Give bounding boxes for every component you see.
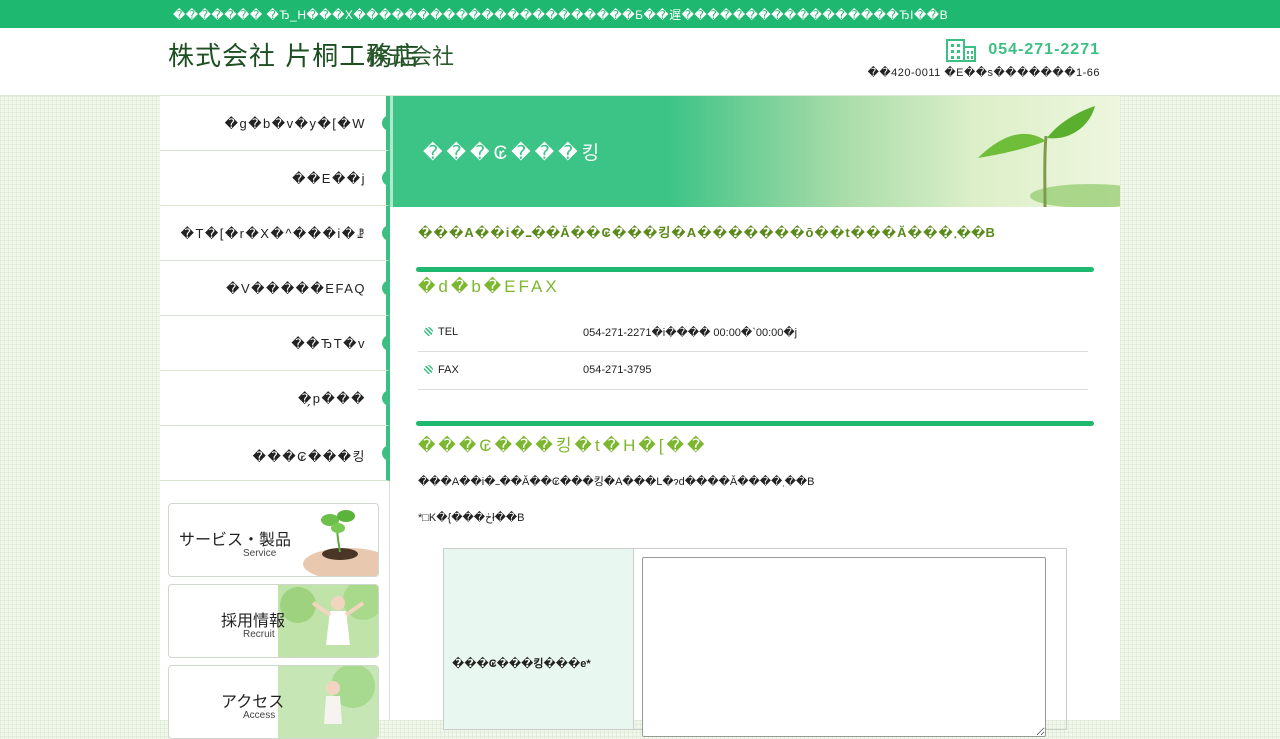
service-banner-title: サービス・製品 — [179, 532, 292, 549]
access-banner-title: アクセス — [221, 694, 285, 711]
top-announcement-text: ������� �Ђ_H���X����������������������Б�… — [173, 8, 949, 22]
woman-nature-image — [278, 585, 378, 657]
section-divider — [416, 267, 1094, 272]
sidebar-nav: �g�b�v�y�[�W ��E��j �T�[�r�X�^���i�ꗗ �V�… — [160, 96, 390, 739]
bullet-icon — [424, 365, 433, 374]
sidebar-item-label: �T�[�r�X�^���i�ꗗ — [180, 226, 366, 241]
access-banner-subtitle: Access — [243, 710, 276, 721]
top-announcement-bar: ������� �Ђ_H���X����������������������Б�… — [0, 0, 1280, 28]
header-phone: 054-271-2271 — [988, 41, 1100, 58]
hands-sprout-image — [303, 510, 378, 576]
contact-info-table: TEL 054-271-2271�i���� 00:00�`00:00�j FA… — [418, 314, 1088, 390]
contact-form-table: ���₢���킹���e* — [443, 548, 1067, 737]
nav-notch — [382, 115, 390, 131]
access-banner[interactable]: アクセス Access — [168, 665, 379, 739]
required-note: *□K�{���ڂł��B — [418, 512, 525, 524]
service-banner[interactable]: サービス・製品 Service — [168, 503, 379, 577]
tel-fax-heading: �d�b�EFAX — [418, 277, 560, 296]
fax-value: 054-271-3795 — [583, 364, 652, 376]
service-banner-subtitle: Service — [243, 548, 277, 559]
page-container: �g�b�v�y�[�W ��E��j �T�[�r�X�^���i�ꗗ �V�… — [160, 96, 1120, 739]
sidebar-item-company[interactable]: ��ЂT�v — [160, 316, 390, 371]
nav-notch — [382, 225, 390, 241]
hero-stripe — [390, 96, 393, 207]
nav-notch — [382, 280, 390, 296]
sidebar-item-label: �̗p��� — [297, 391, 366, 406]
sidebar-item-label: ��ЂT�v — [291, 336, 366, 351]
nav-notch — [382, 170, 390, 186]
child-park-image — [278, 666, 378, 738]
tel-label: TEL — [438, 326, 459, 338]
sprout-leaves-image — [978, 106, 1120, 207]
header-address: ��420-0011 �E��s�������1-66 — [867, 67, 1100, 79]
sidebar-item-contact[interactable]: ���₢���킹 — [160, 426, 390, 481]
recruit-banner-title: 採用情報 — [221, 613, 286, 630]
nav-notch — [382, 390, 390, 406]
fax-row: FAX 054-271-3795 — [418, 352, 1088, 390]
section-divider — [416, 421, 1094, 426]
sidebar-item-services[interactable]: �T�[�r�X�^���i�ꗗ — [160, 206, 390, 261]
sidebar-item-label: ��E��j — [292, 171, 366, 186]
nav-notch — [382, 445, 390, 461]
sidebar-item-label: �g�b�v�y�[�W — [224, 116, 366, 131]
inquiry-content-textarea[interactable] — [642, 557, 1046, 737]
inquiry-content-label: ���₢���킹���e* — [452, 658, 591, 670]
page-title: ���₢���킹 — [423, 143, 604, 164]
site-header: 株式会社 片桐工務店 株式会社 054-271-2271 ��420-0011 … — [0, 28, 1280, 96]
fax-label: FAX — [438, 364, 459, 376]
sidebar-item-recruit[interactable]: �̗p��� — [160, 371, 390, 426]
contact-form-heading: ���₢���킹�t�H�[�� — [418, 436, 708, 455]
company-logo-overlay: 株式会社 — [366, 45, 455, 70]
recruit-banner[interactable]: 採用情報 Recruit — [168, 584, 379, 658]
bullet-icon — [424, 327, 433, 336]
intro-text: ���A��i�ߺ��Ă��₢���킹�A�������ō��t���Ă���܂… — [418, 225, 996, 240]
sidebar-item-top[interactable]: �g�b�v�y�[�W — [160, 96, 390, 151]
tel-row: TEL 054-271-2271�i���� 00:00�`00:00�j — [418, 314, 1088, 352]
recruit-banner-subtitle: Recruit — [243, 629, 275, 640]
main-content: ���₢���킹 ���A��i�ߺ��Ă��₢���킹�A�������ō��… — [390, 96, 1120, 737]
phone-block: 054-271-2271 — [946, 38, 1100, 62]
form-intro-text: ���A��i�ߺ��Ă��₢���킹�A���L�ɂd����Ă����܂��… — [418, 476, 815, 488]
sidebar-item-label: ���₢���킹 — [252, 449, 366, 464]
sidebar-item-label: �V�����EFAQ — [226, 281, 366, 296]
sidebar-item-faq[interactable]: �V�����EFAQ — [160, 261, 390, 316]
sidebar-item-greeting[interactable]: ��E��j — [160, 151, 390, 206]
building-icon — [946, 39, 977, 62]
form-label-cell: ���₢���킹���e* — [444, 549, 634, 729]
tel-value: 054-271-2271�i���� 00:00�`00:00�j — [583, 327, 798, 339]
page-hero-banner: ���₢���킹 — [390, 96, 1120, 207]
nav-notch — [382, 335, 390, 351]
